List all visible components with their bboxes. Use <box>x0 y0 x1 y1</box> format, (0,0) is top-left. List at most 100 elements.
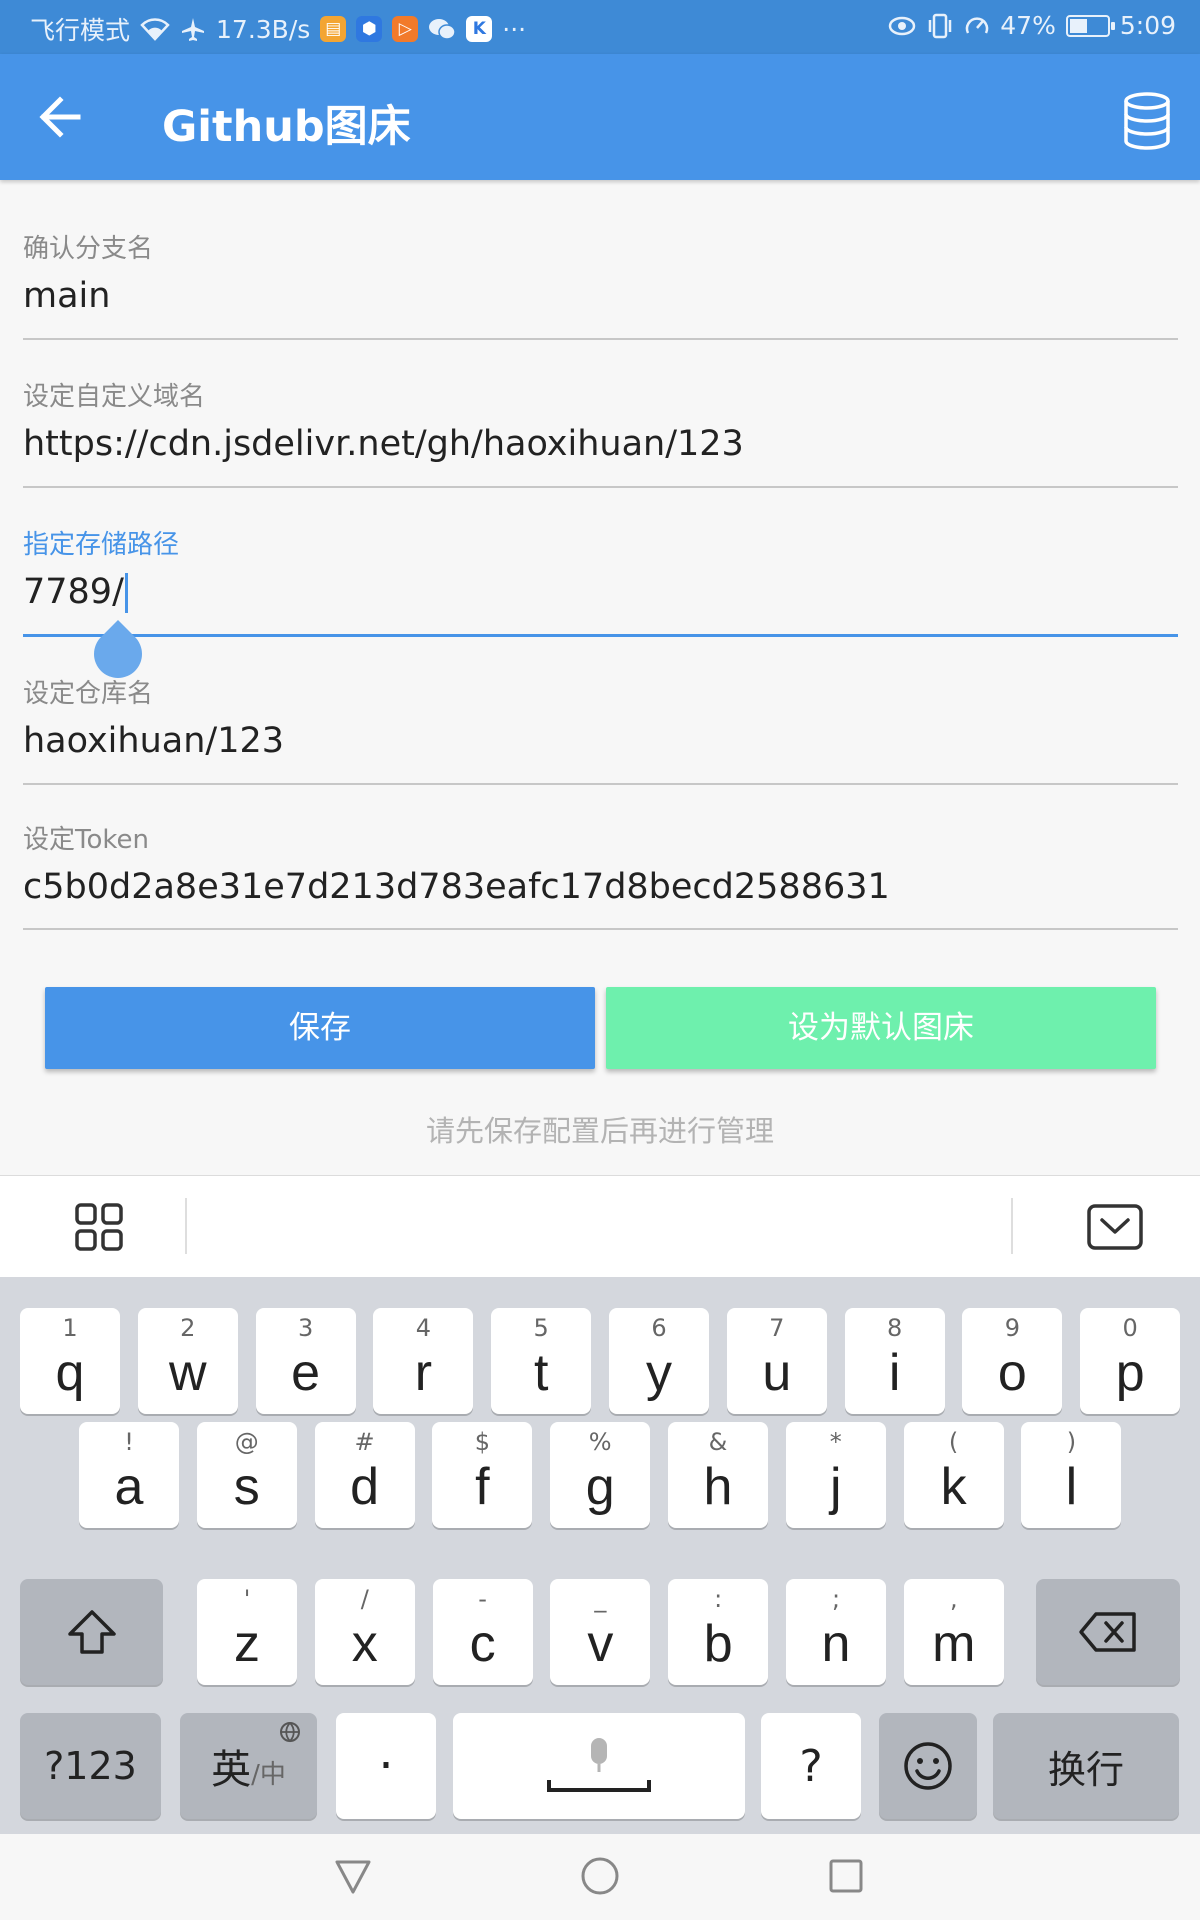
keyboard: 1q2w3e4r5t6y7u8i9o0p ! a @ s # d $ f% g & h * j(k) l … <box>0 1277 1200 1834</box>
back-button[interactable] <box>30 87 94 147</box>
grid-menu-icon <box>75 1203 123 1251</box>
save-button[interactable]: 保存 <box>45 987 595 1069</box>
set-default-button[interactable]: 设为默认图床 <box>606 987 1156 1069</box>
backspace-key[interactable] <box>1036 1579 1180 1685</box>
key-a[interactable]: ! a <box>79 1422 179 1528</box>
toolbar-divider <box>1011 1198 1013 1254</box>
key-c[interactable]: -c <box>432 1579 533 1685</box>
key-char-label: f <box>475 1458 490 1516</box>
token-label: 设定Token <box>23 825 149 855</box>
key-m[interactable]: ,m <box>903 1579 1004 1685</box>
vibrate-icon <box>929 13 952 38</box>
key-n[interactable]: ; n <box>786 1579 886 1685</box>
domain-field[interactable]: 设定自定义域名 https://cdn.jsdelivr.net/gh/haox… <box>23 380 1178 488</box>
key-k[interactable]: (k <box>903 1422 1004 1528</box>
key-s[interactable]: @ s <box>196 1422 297 1528</box>
wifi-icon <box>140 18 170 41</box>
language-switch-key[interactable]: 英/中 <box>180 1713 317 1819</box>
keyboard-menu-button[interactable] <box>74 1202 124 1252</box>
database-button[interactable] <box>1120 92 1174 150</box>
path-field[interactable]: 指定存储路径 7789/ <box>23 528 1178 688</box>
shift-key-face <box>20 1579 163 1685</box>
emoji-key[interactable] <box>879 1713 977 1819</box>
domain-input[interactable]: https://cdn.jsdelivr.net/gh/haoxihuan/12… <box>23 422 1178 466</box>
repo-label: 设定仓库名 <box>23 679 154 709</box>
enter-key-label: 换行 <box>1047 1747 1124 1792</box>
language-key-face: 英/中 <box>180 1713 317 1819</box>
token-input[interactable]: c5b0d2a8e31e7d213d783eafc17d8becd2588631 <box>23 865 1178 909</box>
key-p[interactable]: 0p <box>1080 1308 1181 1414</box>
question-mark-key[interactable]: ? <box>761 1713 861 1819</box>
database-icon <box>1124 92 1170 150</box>
question-key-label: ? <box>799 1740 823 1792</box>
domain-label: 设定自定义域名 <box>23 382 206 412</box>
key-b[interactable]: :b <box>668 1579 769 1685</box>
key-hint-label: 6 <box>651 1314 667 1342</box>
k-app-icon: K <box>466 16 493 42</box>
key-hint-label: 3 <box>297 1314 314 1342</box>
space-key[interactable] <box>453 1713 745 1819</box>
hide-keyboard-button[interactable] <box>1087 1204 1143 1250</box>
key-char-label: x <box>351 1615 378 1673</box>
airplane-icon <box>182 18 205 41</box>
token-field[interactable]: 设定Token c5b0d2a8e31e7d213d783eafc17d8bec… <box>23 823 1178 930</box>
branch-field[interactable]: 确认分支名 main <box>23 232 1178 340</box>
key-g[interactable]: % g <box>550 1422 651 1528</box>
key-char-label: e <box>291 1344 321 1402</box>
path-underline <box>23 634 1178 637</box>
status-left: 飞行模式 17.3B/s ▤ ⬢ ▷ K ··· <box>30 11 526 47</box>
key-f[interactable]: $ f <box>432 1422 533 1528</box>
app-notification-icon: ▤ <box>320 16 347 42</box>
key-h[interactable]: & h <box>668 1422 768 1528</box>
token-underline <box>23 928 1178 930</box>
path-input[interactable]: 7789/ <box>23 570 1178 614</box>
smiley-icon <box>904 1742 952 1790</box>
key-v[interactable]: _ v <box>550 1579 651 1685</box>
period-key[interactable]: · <box>336 1713 436 1819</box>
key-r[interactable]: 4r <box>373 1308 474 1414</box>
enter-key[interactable]: 换行 <box>993 1713 1179 1819</box>
key-hint-label: * <box>829 1428 842 1456</box>
key-i[interactable]: 8i <box>844 1308 945 1414</box>
home-circle-icon[interactable] <box>580 1856 620 1896</box>
key-d[interactable]: # d <box>314 1422 415 1528</box>
key-hint-label: $ <box>474 1428 491 1456</box>
repo-input[interactable]: haoxihuan/123 <box>23 719 1178 763</box>
symbols-key[interactable]: ?123 <box>20 1713 161 1819</box>
clock: 5:09 <box>1119 11 1176 40</box>
key-hint-label: ( <box>948 1428 959 1456</box>
key-hint-label: 8 <box>886 1314 903 1342</box>
key-hint-label: , <box>949 1585 958 1613</box>
status-right: 47% 5:09 <box>888 11 1176 40</box>
key-x[interactable]: / x <box>314 1579 415 1685</box>
key-t[interactable]: 5t <box>491 1308 592 1414</box>
shift-key[interactable] <box>20 1579 163 1685</box>
repo-field[interactable]: 设定仓库名 haoxihuan/123 <box>23 677 1178 785</box>
key-l[interactable]: ) l <box>1021 1422 1122 1528</box>
key-z[interactable]: ' z <box>197 1579 297 1685</box>
branch-input[interactable]: main <box>23 274 1178 318</box>
key-o[interactable]: 9o <box>962 1308 1063 1414</box>
network-speed: 17.3B/s <box>216 14 311 44</box>
hide-keyboard-icon <box>1087 1204 1143 1250</box>
key-char-label: m <box>932 1615 976 1673</box>
key-hint-label: 2 <box>180 1314 196 1342</box>
key-hint-label: 9 <box>1004 1314 1021 1342</box>
key-y[interactable]: 6y <box>609 1308 709 1414</box>
recents-square-icon[interactable] <box>826 1856 866 1896</box>
key-hint-label: # <box>354 1428 375 1456</box>
key-u[interactable]: 7u <box>726 1308 827 1414</box>
key-char-label: r <box>414 1344 433 1402</box>
key-q[interactable]: 1q <box>20 1308 120 1414</box>
back-triangle-icon[interactable] <box>333 1856 373 1896</box>
key-char-label: g <box>585 1458 615 1516</box>
key-w[interactable]: 2w <box>137 1308 238 1414</box>
key-hint-label: 4 <box>415 1314 432 1342</box>
key-hint-label: % <box>588 1428 612 1456</box>
key-e[interactable]: 3e <box>255 1308 356 1414</box>
key-hint-label: 7 <box>769 1314 785 1342</box>
key-hint-label: ) <box>1066 1428 1077 1456</box>
key-j[interactable]: * j <box>785 1422 886 1528</box>
key-char-label: l <box>1065 1458 1078 1516</box>
branch-label: 确认分支名 <box>23 234 154 264</box>
